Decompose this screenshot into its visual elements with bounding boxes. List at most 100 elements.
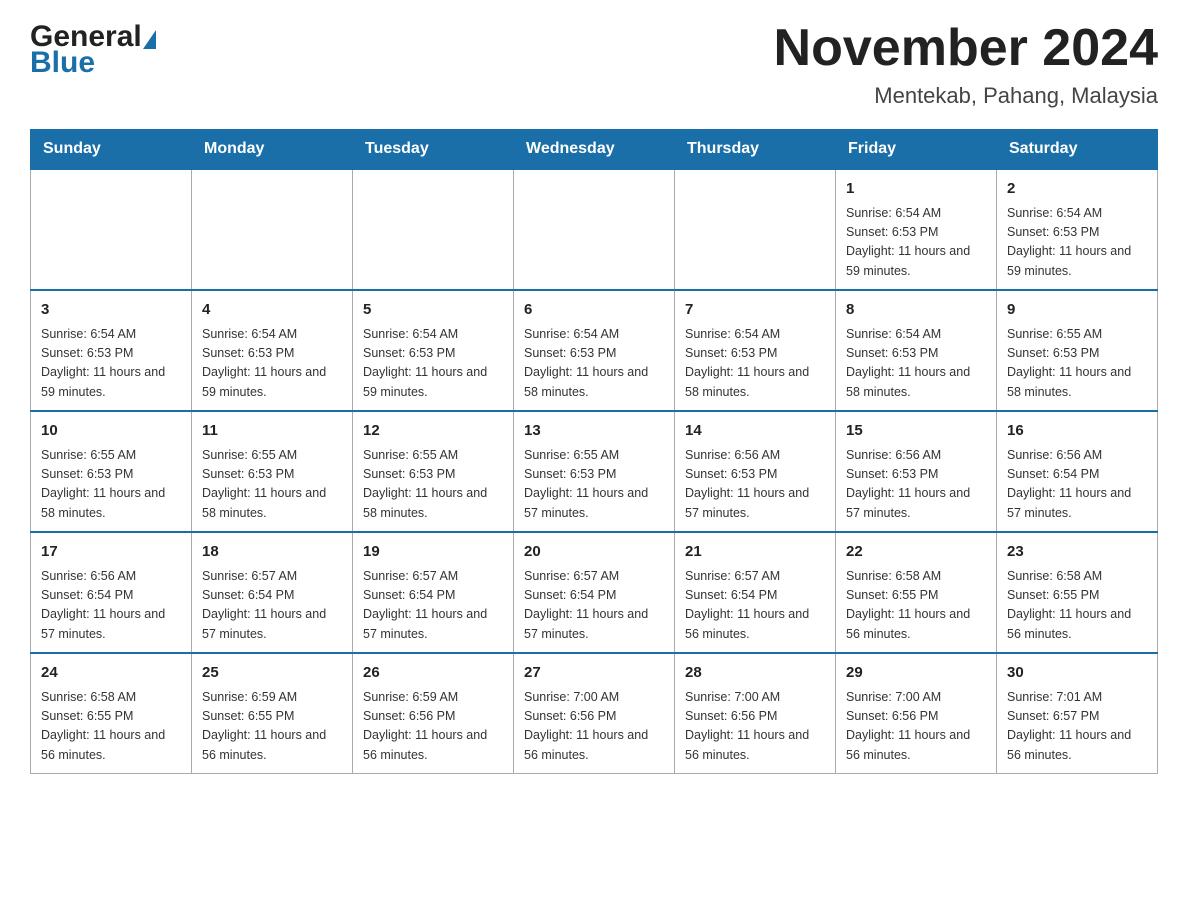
calendar-cell: 6 Sunrise: 6:54 AM Sunset: 6:53 PM Daylig… [514,290,675,411]
day-info: Sunrise: 6:55 AM Sunset: 6:53 PM Dayligh… [1007,325,1147,403]
day-info: Sunrise: 7:00 AM Sunset: 6:56 PM Dayligh… [524,688,664,766]
calendar-cell: 1Sunrise: 6:54 AM Sunset: 6:53 PM Daylig… [836,169,997,290]
day-info: Sunrise: 6:54 AM Sunset: 6:53 PM Dayligh… [846,325,986,403]
calendar-cell: 28 Sunrise: 7:00 AM Sunset: 6:56 PM Dayli… [675,653,836,774]
day-info: Sunrise: 6:54 AM Sunset: 6:53 PM Dayligh… [524,325,664,403]
day-info: Sunrise: 6:55 AM Sunset: 6:53 PM Dayligh… [524,446,664,524]
weekday-header-monday: Monday [192,130,353,170]
day-info: Sunrise: 6:54 AM Sunset: 6:53 PM Dayligh… [363,325,503,403]
logo-blue-text: Blue [30,46,156,80]
calendar-cell: 17Sunrise: 6:56 AM Sunset: 6:54 PM Dayli… [31,532,192,653]
calendar-cell: 3 Sunrise: 6:54 AM Sunset: 6:53 PM Daylig… [31,290,192,411]
day-number: 4 [202,299,342,322]
calendar-cell: 9 Sunrise: 6:55 AM Sunset: 6:53 PM Daylig… [997,290,1158,411]
day-info: Sunrise: 6:56 AM Sunset: 6:53 PM Dayligh… [685,446,825,524]
day-info: Sunrise: 7:00 AM Sunset: 6:56 PM Dayligh… [846,688,986,766]
weekday-header-row: SundayMondayTuesdayWednesdayThursdayFrid… [31,130,1158,170]
day-info: Sunrise: 6:58 AM Sunset: 6:55 PM Dayligh… [1007,567,1147,645]
title-section: November 2024 Mentekab, Pahang, Malaysia [774,20,1158,109]
calendar-week-row: 24 Sunrise: 6:58 AM Sunset: 6:55 PM Dayli… [31,653,1158,774]
day-number: 27 [524,662,664,685]
day-info: Sunrise: 6:59 AM Sunset: 6:55 PM Dayligh… [202,688,342,766]
day-number: 5 [363,299,503,322]
calendar-cell: 22 Sunrise: 6:58 AM Sunset: 6:55 PM Dayli… [836,532,997,653]
calendar-cell: 27 Sunrise: 7:00 AM Sunset: 6:56 PM Dayli… [514,653,675,774]
day-number: 20 [524,541,664,564]
calendar-cell [514,169,675,290]
calendar-cell: 21 Sunrise: 6:57 AM Sunset: 6:54 PM Dayli… [675,532,836,653]
day-info: Sunrise: 6:54 AM Sunset: 6:53 PM Dayligh… [202,325,342,403]
calendar-week-row: 10 Sunrise: 6:55 AM Sunset: 6:53 PM Dayli… [31,411,1158,532]
calendar-cell: 26 Sunrise: 6:59 AM Sunset: 6:56 PM Dayli… [353,653,514,774]
weekday-header-sunday: Sunday [31,130,192,170]
calendar-cell: 15Sunrise: 6:56 AM Sunset: 6:53 PM Dayli… [836,411,997,532]
day-info: Sunrise: 6:54 AM Sunset: 6:53 PM Dayligh… [1007,204,1147,282]
location-title: Mentekab, Pahang, Malaysia [774,83,1158,109]
calendar-cell: 5 Sunrise: 6:54 AM Sunset: 6:53 PM Daylig… [353,290,514,411]
day-info: Sunrise: 6:57 AM Sunset: 6:54 PM Dayligh… [363,567,503,645]
calendar-cell [192,169,353,290]
calendar-cell [31,169,192,290]
calendar-body: 1 Sunrise: 6:54 AM Sunset: 6:53 PM Daylig… [31,169,1158,774]
calendar-cell: 11 Sunrise: 6:55 AM Sunset: 6:53 PM Dayli… [192,411,353,532]
day-number: 10 [41,420,181,443]
day-info: Sunrise: 6:56 AM Sunset: 6:53 PM Dayligh… [846,446,986,524]
calendar-cell: 13Sunrise: 6:55 AM Sunset: 6:53 PM Dayli… [514,411,675,532]
calendar-cell: 10 Sunrise: 6:55 AM Sunset: 6:53 PM Dayli… [31,411,192,532]
logo: General Blue [30,20,156,80]
day-info: Sunrise: 6:59 AM Sunset: 6:56 PM Dayligh… [363,688,503,766]
weekday-header-thursday: Thursday [675,130,836,170]
calendar-cell: 18Sunrise: 6:57 AM Sunset: 6:54 PM Dayli… [192,532,353,653]
calendar-cell [675,169,836,290]
day-number: 19 [363,541,503,564]
day-number: 11 [202,420,342,443]
day-number: 22 [846,541,986,564]
day-info: Sunrise: 6:55 AM Sunset: 6:53 PM Dayligh… [363,446,503,524]
day-number: 26 [363,662,503,685]
day-number: 2 [1007,178,1147,201]
calendar-cell [353,169,514,290]
month-title: November 2024 [774,20,1158,77]
weekday-header-tuesday: Tuesday [353,130,514,170]
day-number: 9 [1007,299,1147,322]
calendar-week-row: 1 Sunrise: 6:54 AM Sunset: 6:53 PM Daylig… [31,169,1158,290]
day-info: Sunrise: 6:58 AM Sunset: 6:55 PM Dayligh… [41,688,181,766]
page-header: General Blue November 2024 Mentekab, Pah… [30,20,1158,109]
day-number: 25 [202,662,342,685]
day-info: Sunrise: 6:57 AM Sunset: 6:54 PM Dayligh… [685,567,825,645]
day-info: Sunrise: 6:58 AM Sunset: 6:55 PM Dayligh… [846,567,986,645]
day-info: Sunrise: 6:57 AM Sunset: 6:54 PM Dayligh… [202,567,342,645]
day-info: Sunrise: 6:54 AM Sunset: 6:53 PM Dayligh… [41,325,181,403]
logo-triangle-icon [143,30,156,49]
calendar-cell: 12Sunrise: 6:55 AM Sunset: 6:53 PM Dayli… [353,411,514,532]
calendar-cell: 4 Sunrise: 6:54 AM Sunset: 6:53 PM Daylig… [192,290,353,411]
day-number: 3 [41,299,181,322]
calendar-header: SundayMondayTuesdayWednesdayThursdayFrid… [31,130,1158,170]
day-info: Sunrise: 7:00 AM Sunset: 6:56 PM Dayligh… [685,688,825,766]
day-info: Sunrise: 6:55 AM Sunset: 6:53 PM Dayligh… [41,446,181,524]
calendar-cell: 7Sunrise: 6:54 AM Sunset: 6:53 PM Daylig… [675,290,836,411]
calendar-week-row: 3 Sunrise: 6:54 AM Sunset: 6:53 PM Daylig… [31,290,1158,411]
day-number: 30 [1007,662,1147,685]
calendar-cell: 2 Sunrise: 6:54 AM Sunset: 6:53 PM Daylig… [997,169,1158,290]
weekday-header-friday: Friday [836,130,997,170]
day-number: 21 [685,541,825,564]
day-number: 24 [41,662,181,685]
calendar-cell: 30Sunrise: 7:01 AM Sunset: 6:57 PM Dayli… [997,653,1158,774]
calendar-cell: 20Sunrise: 6:57 AM Sunset: 6:54 PM Dayli… [514,532,675,653]
calendar-table: SundayMondayTuesdayWednesdayThursdayFrid… [30,129,1158,774]
day-number: 6 [524,299,664,322]
calendar-week-row: 17Sunrise: 6:56 AM Sunset: 6:54 PM Dayli… [31,532,1158,653]
calendar-cell: 23Sunrise: 6:58 AM Sunset: 6:55 PM Dayli… [997,532,1158,653]
day-number: 28 [685,662,825,685]
day-info: Sunrise: 6:55 AM Sunset: 6:53 PM Dayligh… [202,446,342,524]
day-number: 1 [846,178,986,201]
day-info: Sunrise: 6:56 AM Sunset: 6:54 PM Dayligh… [1007,446,1147,524]
day-number: 29 [846,662,986,685]
day-number: 14 [685,420,825,443]
weekday-header-wednesday: Wednesday [514,130,675,170]
day-number: 8 [846,299,986,322]
calendar-cell: 16Sunrise: 6:56 AM Sunset: 6:54 PM Dayli… [997,411,1158,532]
day-number: 17 [41,541,181,564]
calendar-cell: 14 Sunrise: 6:56 AM Sunset: 6:53 PM Dayli… [675,411,836,532]
